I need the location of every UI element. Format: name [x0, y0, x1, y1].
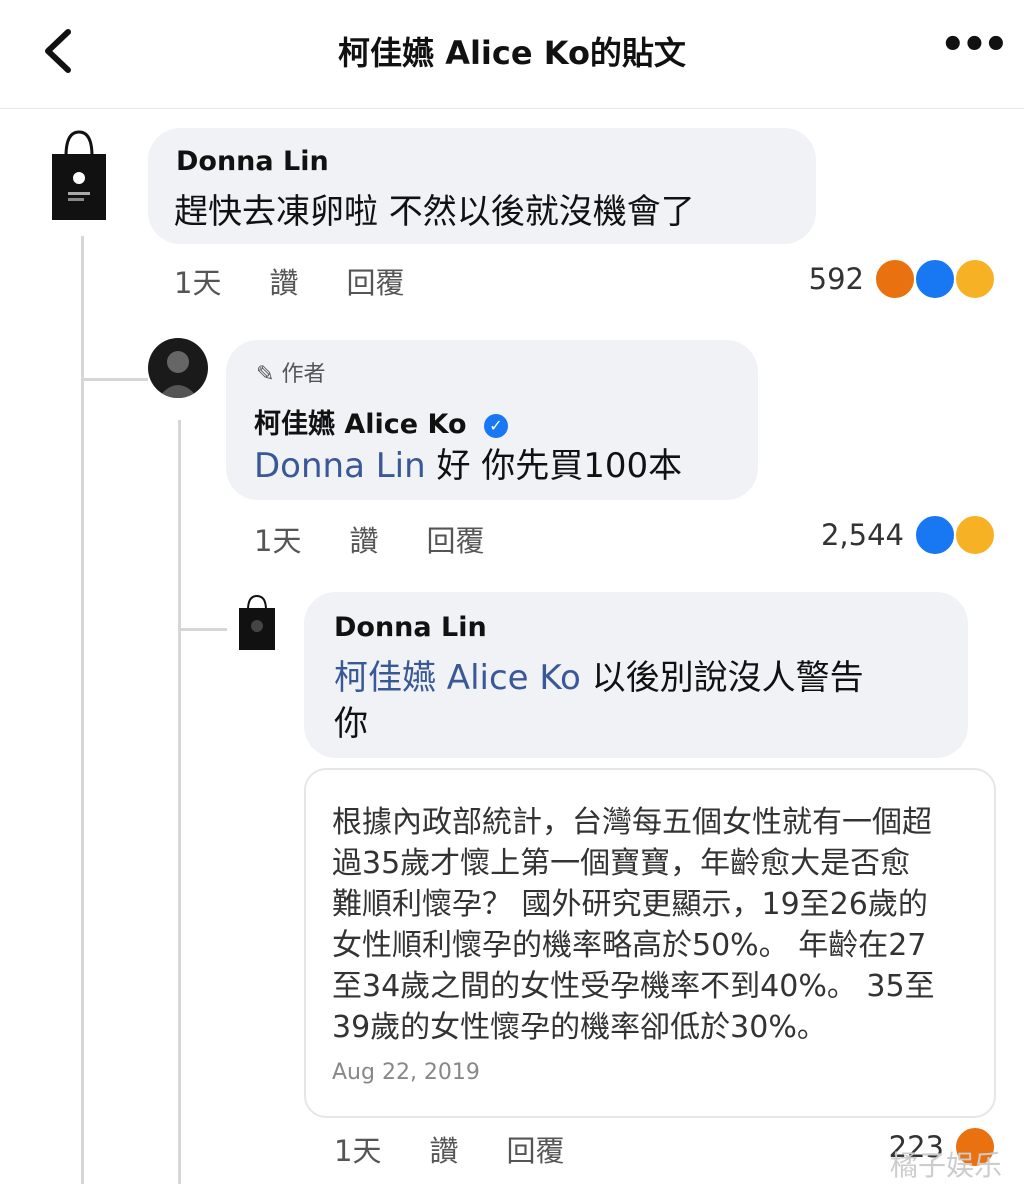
- author-badge: ✎ 作者: [256, 356, 325, 388]
- quote-line: 至34歲之間的女性受孕機率不到40%。 35至: [332, 969, 935, 1004]
- mention-link[interactable]: 柯佳嬿 Alice Ko: [334, 658, 581, 698]
- comment-actions: 1天 讚 回覆: [334, 1128, 612, 1170]
- reply-button[interactable]: 回覆: [506, 1134, 564, 1168]
- reaction-count[interactable]: 2,544: [790, 518, 904, 552]
- like-button[interactable]: 讚: [429, 1134, 458, 1168]
- page-title: 柯佳嬿 Alice Ko的貼文: [338, 34, 686, 72]
- comment-time: 1天: [174, 266, 222, 300]
- tote-bag-icon: [52, 130, 106, 220]
- mention-link[interactable]: Donna Lin: [254, 446, 426, 486]
- angry-icon: [874, 258, 916, 300]
- author-badge-label: 作者: [281, 362, 326, 387]
- comment-actions: 1天 讚 回覆: [254, 518, 532, 560]
- quote-line: 難順利懷孕？ 國外研究更顯示，19至26歲的: [332, 887, 928, 922]
- haha-icon: [954, 514, 996, 556]
- comment-text-body: 好 你先買100本: [425, 446, 683, 486]
- comment-text-continued: 你: [334, 704, 368, 744]
- avatar[interactable]: [236, 592, 278, 652]
- thread-line: [84, 378, 148, 381]
- app-header: 柯佳嬿 Alice Ko的貼文 •••: [0, 0, 1024, 109]
- like-icon: [914, 514, 956, 556]
- comment-author[interactable]: 柯佳嬿 Alice Ko ✓: [254, 402, 508, 441]
- comment-author[interactable]: Donna Lin: [334, 612, 487, 643]
- quote-line: 39歲的女性懷孕的機率卻低於30%。: [332, 1010, 827, 1045]
- more-options-icon[interactable]: •••: [940, 25, 1009, 65]
- thread-line: [181, 628, 227, 631]
- comment-time: 1天: [334, 1134, 382, 1168]
- quote-line: 女性順利懷孕的機率略高於50%。 年齡在27: [332, 928, 927, 963]
- comment-text-body: 以後別說沒人警告: [580, 658, 864, 698]
- reaction-count[interactable]: 592: [780, 262, 864, 296]
- profile-photo: [158, 351, 198, 398]
- like-button[interactable]: 讚: [349, 524, 378, 558]
- pen-icon: ✎: [256, 362, 275, 387]
- comment-text: Donna Lin 好 你先買100本: [254, 444, 682, 488]
- like-icon: [914, 258, 956, 300]
- avatar[interactable]: [48, 126, 110, 224]
- comment-author[interactable]: Donna Lin: [176, 146, 329, 177]
- quote-line: 過35歲才懷上第一個寶寶，年齡愈大是否愈: [332, 846, 911, 881]
- avatar[interactable]: [148, 338, 208, 398]
- reply-button[interactable]: 回覆: [426, 524, 484, 558]
- verified-badge-icon: ✓: [483, 413, 508, 438]
- thread-line: [178, 420, 181, 1184]
- quote-line: 根據內政部統計，台灣每五個女性就有一個超: [332, 805, 932, 840]
- comment-actions: 1天 讚 回覆: [174, 260, 452, 302]
- watermark: 橘子娱乐: [890, 1149, 1003, 1182]
- comment-text: 柯佳嬿 Alice Ko 以後別說沒人警告: [334, 656, 864, 700]
- reply-button[interactable]: 回覆: [346, 266, 404, 300]
- like-button[interactable]: 讚: [269, 266, 298, 300]
- tote-bag-icon: [239, 594, 275, 650]
- quote-date: Aug 22, 2019: [332, 1060, 480, 1085]
- comment-time: 1天: [254, 524, 302, 558]
- author-name: 柯佳嬿 Alice Ko: [254, 409, 467, 440]
- haha-icon: [954, 258, 996, 300]
- comment-text: 趕快去凍卵啦 不然以後就沒機會了: [174, 192, 695, 232]
